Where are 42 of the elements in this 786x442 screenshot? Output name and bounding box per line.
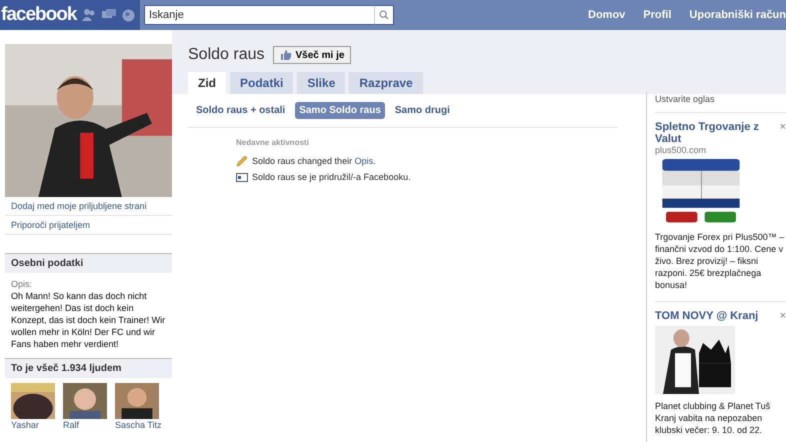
person-name[interactable]: Sascha Titz [115,420,159,430]
search-button[interactable] [374,5,394,25]
tab[interactable]: Zid [188,72,226,94]
activity-link[interactable]: Opis [354,156,374,166]
page-title: Soldo raus [188,46,264,64]
field-label: Opis: [10,278,34,289]
search-icon [377,8,391,22]
person-name[interactable]: Yashar [11,420,55,430]
sidebar-link[interactable]: Dodaj med moje priljubljene strani [5,197,172,216]
nav-link[interactable]: Profil [643,9,672,21]
friends-icon[interactable] [82,9,96,21]
tab[interactable]: Podatki [230,72,294,94]
pencil-icon [236,155,248,167]
ad-title[interactable]: Spletno Trgovanje z Valut [655,121,780,145]
close-icon[interactable]: × [780,310,786,322]
close-icon[interactable]: × [780,121,786,145]
ad-text: Planet clubbing & Planet Tuš Kranj vabita na nepozaben klubski večer: 9. 10. od 22. [655,400,772,436]
thumbs-up-icon [280,49,292,61]
activity-text: Soldo raus se je pridružil/-a Facebooku. [252,172,411,182]
create-ad-link[interactable]: Ustvarite oglas [655,92,786,113]
description-text: Oh Mann! So kann das doch nicht weitergehen! Das ist doch kein Konzept, das ist doch kein Trainer! Wir wollen mehr in Köln! Der FC und wir Fans haben mehr verdient! [10,290,166,350]
section-heading: Nedavne aktivnosti [236,138,310,147]
filter-tab[interactable]: Soldo raus + ostali [192,102,290,119]
filter-tab[interactable]: Samo Soldo raus [295,102,385,119]
tab[interactable]: Slike [297,72,346,94]
id-card-icon [236,172,248,182]
tab[interactable]: Razprave [349,72,423,94]
ad-title[interactable]: TOM NOVY @ Kranj [655,310,758,322]
ad-domain: plus500.com [655,145,708,155]
section-header: To je všeč 1.934 ljudem [5,358,172,378]
globe-icon[interactable] [122,8,136,22]
filter-tab[interactable]: Samo drugi [390,102,454,119]
sidebar-link[interactable]: Priporoči prijateljem [5,216,172,235]
search-field[interactable]: Iskanje [144,5,374,25]
messages-icon[interactable] [102,9,116,21]
person-name[interactable]: Ralf [63,420,107,430]
ad-text: Trgovanje Forex pri Plus500™ – finančni vzvod do 1:100. Cene v živo. Brez provizij! – fiksni razponi. 25€ brezplačnega bonusa! [655,231,786,291]
like-button[interactable]: Všeč mi je [272,46,352,64]
nav-link[interactable]: Uporabniški račun [689,9,786,21]
section-header: Osebni podatki [5,253,172,273]
nav-link[interactable]: Domov [588,9,626,21]
activity-text: Soldo raus changed their Opis. [252,156,376,166]
